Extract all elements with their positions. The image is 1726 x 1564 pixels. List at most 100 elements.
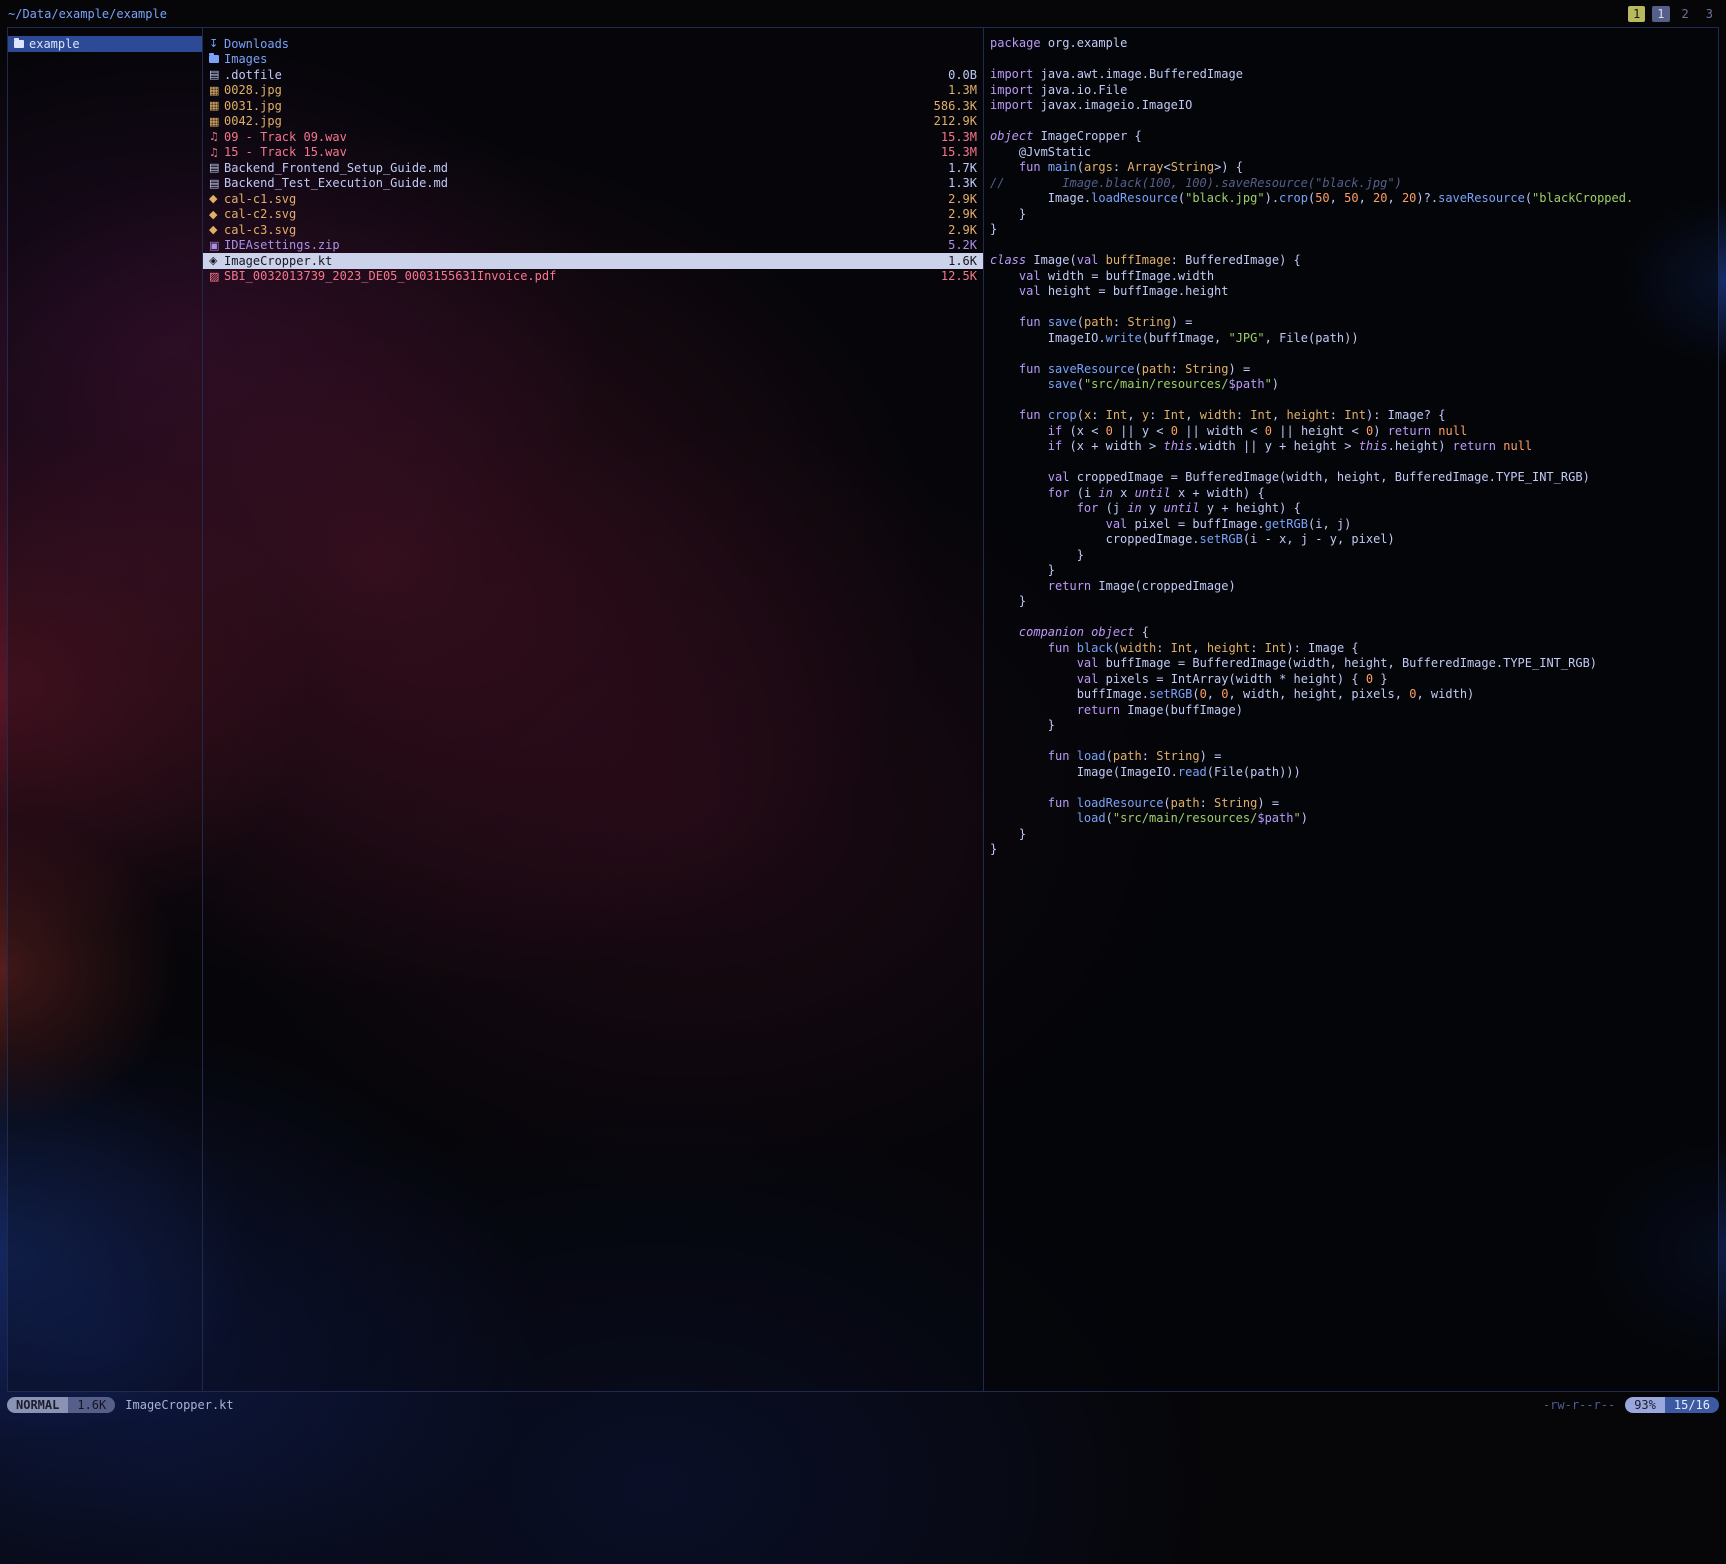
statusbar-left: NORMAL 1.6K ImageCropper.kt (7, 1397, 234, 1413)
file-row[interactable]: ♫15 - Track 15.wav15.3M (203, 145, 983, 161)
file-row[interactable]: ◆cal-c1.svg 2.9K (203, 191, 983, 207)
code-line: } (990, 718, 1718, 734)
audio-icon: ♫ (209, 130, 224, 143)
terminal-window: ~/Data/example/example 1123 example ↧Dow… (0, 0, 1726, 1564)
code-line: } (990, 207, 1718, 223)
code-line: fun save(path: String) = (990, 315, 1718, 331)
statusbar-right: -rw-r--r-- 93% 15/16 (1543, 1397, 1719, 1413)
parent-item-example[interactable]: example (8, 36, 202, 52)
file-name: 0031.jpg (224, 99, 926, 113)
file-name: Images (224, 52, 969, 66)
code-line: fun load(path: String) = (990, 749, 1718, 765)
code-line (990, 610, 1718, 626)
file-row[interactable]: ◈ImageCropper.kt1.6K (203, 253, 983, 269)
code-line: companion object { (990, 625, 1718, 641)
file-row[interactable]: ▦0031.jpg586.3K (203, 98, 983, 114)
file-icon: ▤ (209, 68, 224, 81)
code-line: return Image(croppedImage) (990, 579, 1718, 595)
file-size: 2.9K (948, 192, 977, 206)
tab-1[interactable]: 1 (1652, 6, 1669, 22)
code-line: fun main(args: Array<String>) { (990, 160, 1718, 176)
code-line: val pixels = IntArray(width * height) { … (990, 672, 1718, 688)
code-line: import java.awt.image.BufferedImage (990, 67, 1718, 83)
file-name: cal-c1.svg (224, 192, 940, 206)
preview-pane[interactable]: package org.exampleimport java.awt.image… (984, 28, 1718, 1391)
code-line: Image(ImageIO.read(File(path))) (990, 765, 1718, 781)
tab-list: 1123 (1621, 6, 1718, 22)
topbar: ~/Data/example/example 1123 (8, 4, 1718, 24)
statusbar-filename: ImageCropper.kt (125, 1398, 233, 1412)
svg-icon: ◆ (209, 208, 224, 221)
markdown-icon: ▤ (209, 177, 224, 190)
file-size: 1.3K (948, 176, 977, 190)
file-row[interactable]: ♫09 - Track 09.wav15.3M (203, 129, 983, 145)
file-name: cal-c2.svg (224, 207, 940, 221)
svg-icon: ◆ (209, 192, 224, 205)
image-icon: ▦ (209, 115, 224, 128)
code-line: } (990, 563, 1718, 579)
file-row[interactable]: ▣IDEAsettings.zip5.2K (203, 238, 983, 254)
code-line: fun black(width: Int, height: Int): Imag… (990, 641, 1718, 657)
file-size: 1.7K (948, 161, 977, 175)
file-size: 0.0B (948, 68, 977, 82)
tab-1[interactable]: 1 (1628, 6, 1645, 22)
scroll-percent: 93% (1625, 1397, 1665, 1413)
code-line (990, 114, 1718, 130)
code-line: if (x < 0 || y < 0 || width < 0 || heigh… (990, 424, 1718, 440)
code-line: load("src/main/resources/$path") (990, 811, 1718, 827)
code-line (990, 734, 1718, 750)
file-row[interactable]: ▨SBI_0032013739_2023_DE05_0003155631Invo… (203, 269, 983, 285)
image-icon: ▦ (209, 84, 224, 97)
download-icon: ↧ (209, 37, 224, 50)
file-row[interactable]: ▤.dotfile 0.0B (203, 67, 983, 83)
file-row[interactable]: ↧Downloads (203, 36, 983, 52)
code-line: croppedImage.setRGB(i - x, j - y, pixel) (990, 532, 1718, 548)
code-line: } (990, 594, 1718, 610)
file-row[interactable]: ▦0028.jpg1.3M (203, 83, 983, 99)
folder-icon (209, 55, 219, 63)
file-row[interactable]: ▤Backend_Frontend_Setup_Guide.md1.7K (203, 160, 983, 176)
file-row[interactable]: ◆cal-c2.svg2.9K (203, 207, 983, 223)
main-panes: example ↧DownloadsImages▤.dotfile0.0B▦00… (7, 27, 1719, 1392)
code-line: Image.loadResource("black.jpg").crop(50,… (990, 191, 1718, 207)
code-line: val croppedImage = BufferedImage(width, … (990, 470, 1718, 486)
file-pane[interactable]: ↧DownloadsImages▤.dotfile0.0B▦0028.jpg1.… (203, 28, 983, 1391)
pdf-icon: ▨ (209, 270, 224, 283)
code-line: } (990, 842, 1718, 858)
file-row[interactable]: Images (203, 52, 983, 68)
file-size: 212.9K (934, 114, 977, 128)
permissions: -rw-r--r-- (1543, 1398, 1615, 1412)
markdown-icon: ▤ (209, 161, 224, 174)
code-line (990, 52, 1718, 68)
file-name: Downloads (224, 37, 969, 51)
tab-3[interactable]: 3 (1701, 6, 1718, 22)
tab-2[interactable]: 2 (1677, 6, 1694, 22)
code-line: ImageIO.write(buffImage, "JPG", File(pat… (990, 331, 1718, 347)
code-view: package org.exampleimport java.awt.image… (984, 36, 1718, 858)
code-line: } (990, 548, 1718, 564)
code-line: for (j in y until y + height) { (990, 501, 1718, 517)
statusbar: NORMAL 1.6K ImageCropper.kt -rw-r--r-- 9… (7, 1396, 1719, 1414)
code-line: } (990, 222, 1718, 238)
file-row[interactable]: ▦0042.jpg 212.9K (203, 114, 983, 130)
file-name: IDEAsettings.zip (224, 238, 940, 252)
file-row[interactable]: ◆cal-c3.svg2.9K (203, 222, 983, 238)
code-line: import java.io.File (990, 83, 1718, 99)
file-size: 586.3K (934, 99, 977, 113)
code-line (990, 300, 1718, 316)
position-indicator: 15/16 (1665, 1397, 1719, 1413)
file-name: 0042.jpg (224, 114, 926, 128)
svg-icon: ◆ (209, 223, 224, 236)
file-row[interactable]: ▤Backend_Test_Execution_Guide.md1.3K (203, 176, 983, 192)
kotlin-icon: ◈ (209, 254, 224, 267)
code-line: val pixel = buffImage.getRGB(i, j) (990, 517, 1718, 533)
code-line: return Image(buffImage) (990, 703, 1718, 719)
folder-icon (14, 40, 24, 48)
parent-pane[interactable]: example (8, 28, 202, 1391)
code-line: import javax.imageio.ImageIO (990, 98, 1718, 114)
file-name: .dotfile (224, 68, 940, 82)
file-size: 12.5K (941, 269, 977, 283)
code-line: object ImageCropper { (990, 129, 1718, 145)
file-size: 15.3M (941, 130, 977, 144)
code-line: save("src/main/resources/$path") (990, 377, 1718, 393)
